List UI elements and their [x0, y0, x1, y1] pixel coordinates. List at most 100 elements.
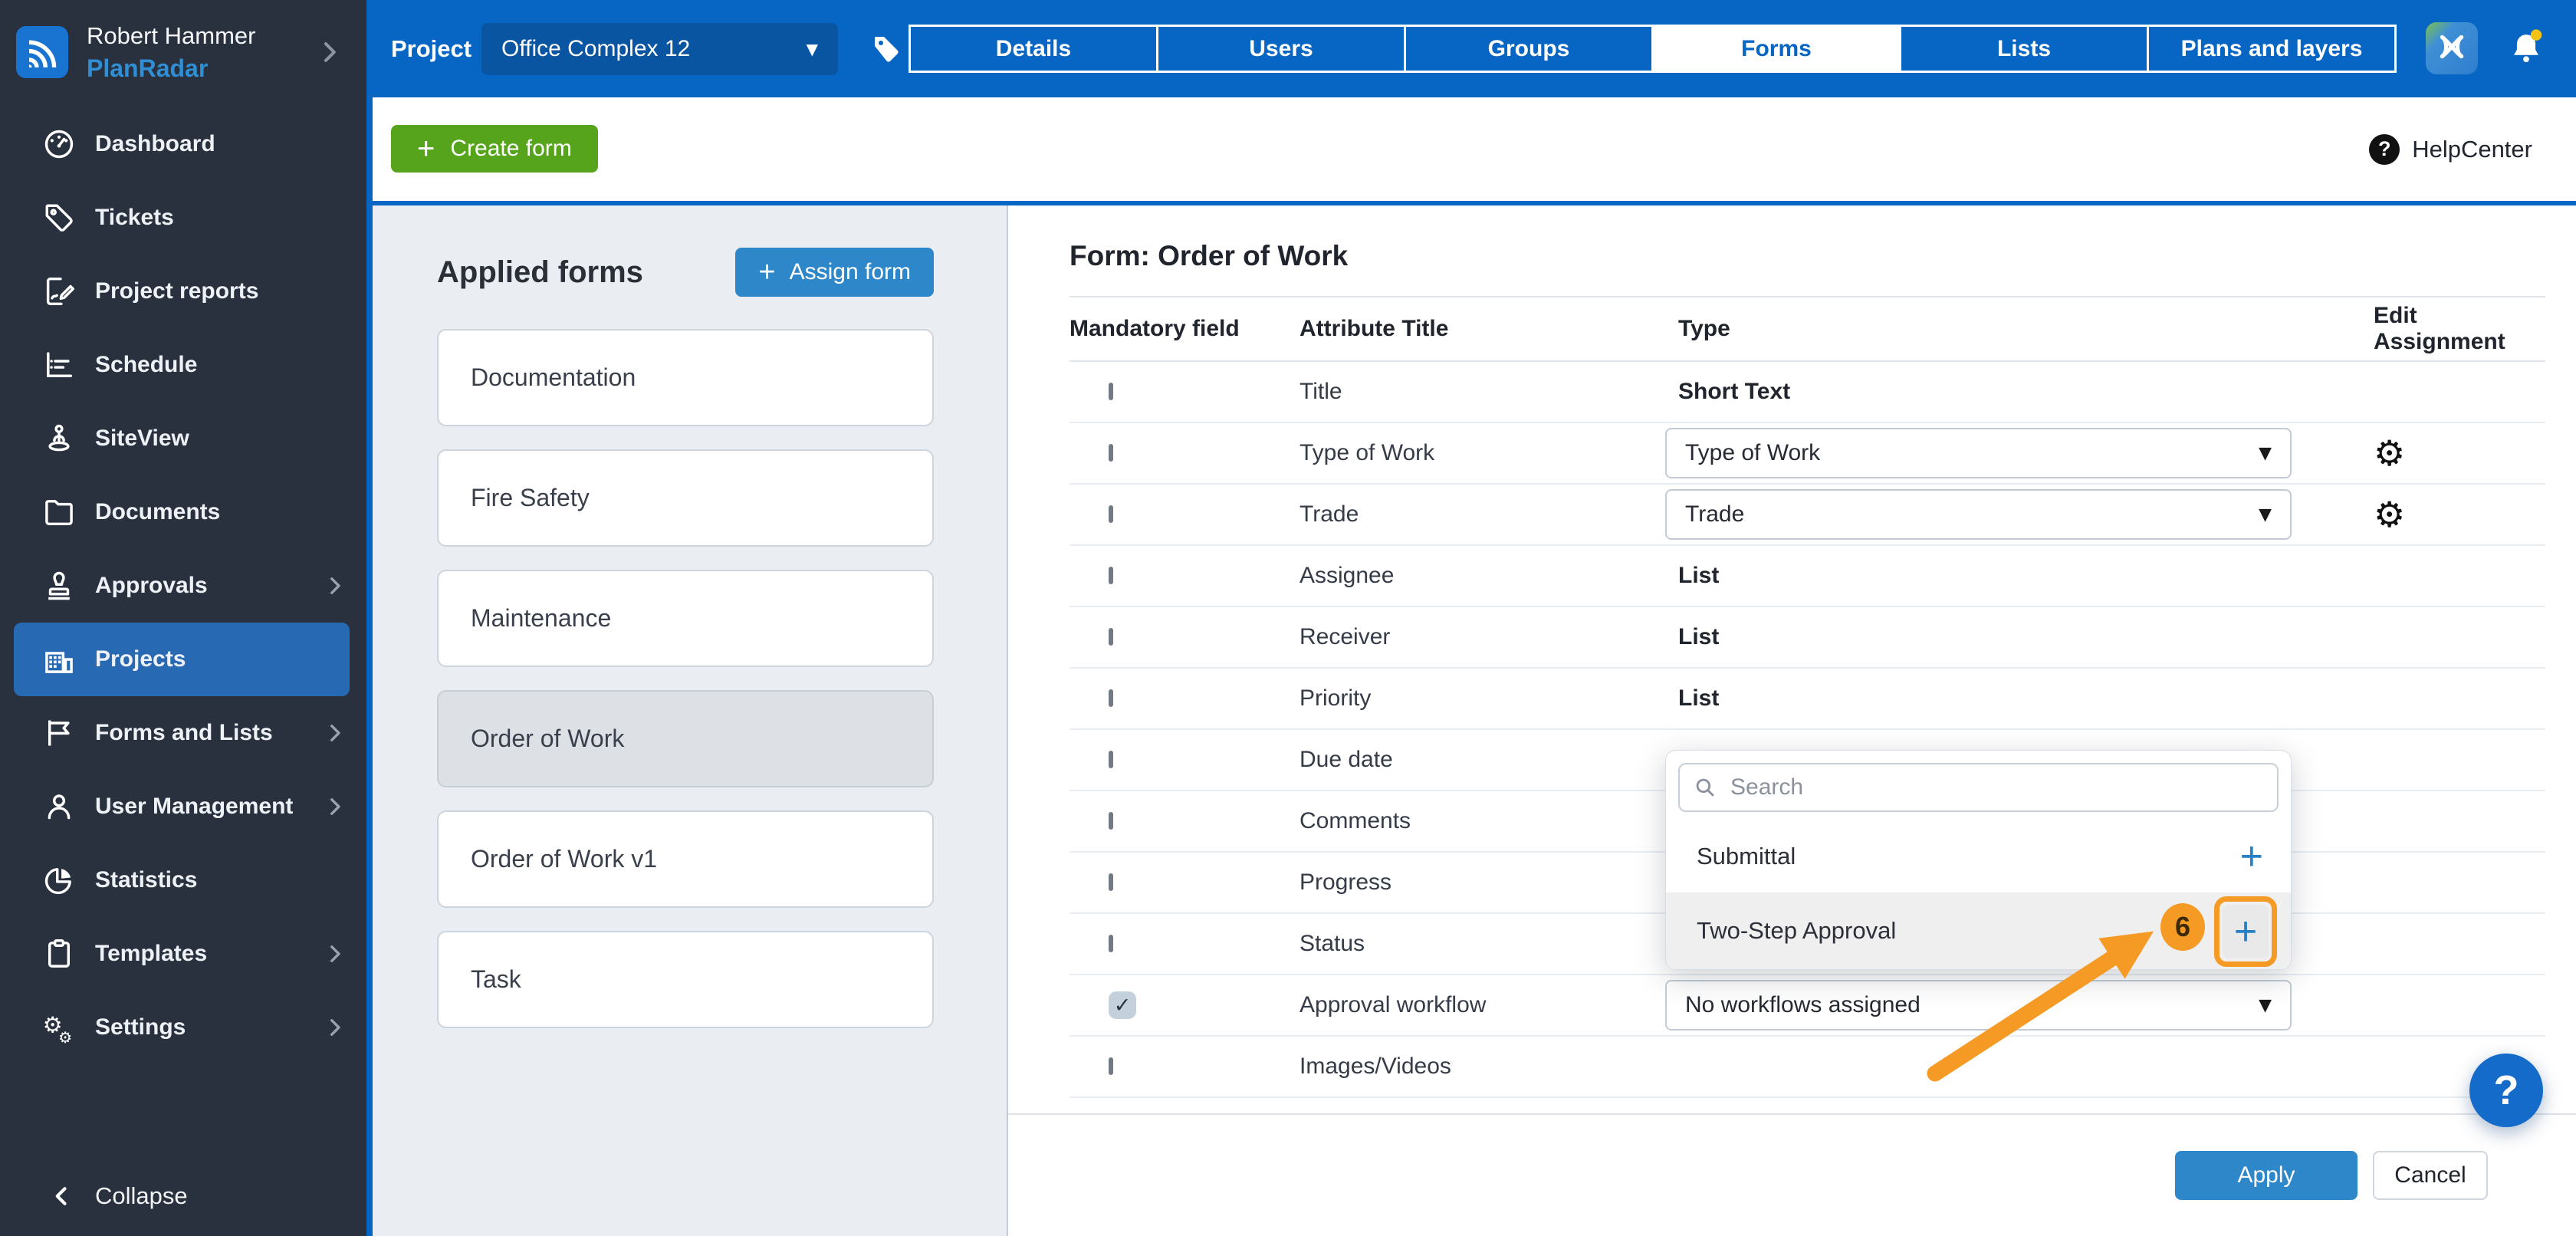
- workflow-option-two-step-approval[interactable]: Two-Step Approval6+: [1666, 892, 2291, 969]
- chevron-right-icon: [322, 573, 348, 599]
- project-select[interactable]: Office Complex 12 ▼: [481, 23, 838, 75]
- tab-users[interactable]: Users: [1156, 25, 1406, 73]
- chevron-down-icon: ▼: [807, 40, 818, 58]
- sidebar-item-projects[interactable]: Projects: [14, 623, 350, 696]
- cancel-button[interactable]: Cancel: [2373, 1151, 2488, 1200]
- documents-icon: [41, 495, 77, 530]
- form-card-task[interactable]: Task: [437, 931, 934, 1028]
- table-row-approval-workflow: ✓Approval workflowNo workflows assigned▼: [1070, 975, 2545, 1037]
- account-menu[interactable]: Robert Hammer PlanRadar: [0, 0, 366, 104]
- help-center-link[interactable]: ? HelpCenter: [2369, 97, 2532, 201]
- edit-assignment-gear-icon[interactable]: ⚙: [2328, 432, 2405, 474]
- search-input[interactable]: [1678, 763, 2279, 812]
- sidebar-item-tickets[interactable]: Tickets: [0, 181, 366, 255]
- mandatory-checkbox[interactable]: [1109, 1057, 1113, 1075]
- schedule-icon: [41, 347, 77, 383]
- mandatory-checkbox[interactable]: [1109, 505, 1113, 523]
- notifications-button[interactable]: [2504, 25, 2548, 72]
- edit-assignment-gear-icon[interactable]: ⚙: [2328, 494, 2405, 535]
- account-info: Robert Hammer PlanRadar: [87, 22, 314, 83]
- secondary-toolbar: + Create form ? HelpCenter: [373, 97, 2576, 201]
- form-detail-panel: Form: Order of Work Mandatory field Attr…: [1008, 205, 2576, 1236]
- sidebar-item-documents[interactable]: Documents: [0, 475, 366, 549]
- mandatory-checkbox[interactable]: ✓: [1109, 991, 1136, 1019]
- sidebar-item-label: Documents: [95, 499, 348, 525]
- mandatory-checkbox[interactable]: [1109, 383, 1113, 400]
- user-name: Robert Hammer: [87, 22, 314, 50]
- sidebar-item-approvals[interactable]: Approvals: [0, 549, 366, 623]
- chevron-right-icon: [322, 720, 348, 746]
- attribute-title: Priority: [1300, 685, 1665, 712]
- sidebar-item-templates[interactable]: Templates: [0, 917, 366, 991]
- company-name: PlanRadar: [87, 54, 314, 83]
- sidebar-accent-border: [366, 0, 373, 1236]
- tab-lists[interactable]: Lists: [1899, 25, 2149, 73]
- sidebar-item-label: Schedule: [95, 352, 348, 378]
- form-card-maintenance[interactable]: Maintenance: [437, 570, 934, 667]
- form-card-fire-safety[interactable]: Fire Safety: [437, 449, 934, 547]
- form-card-order-of-work[interactable]: Order of Work: [437, 690, 934, 787]
- select-value: Trade: [1685, 501, 2259, 528]
- sidebar: Robert Hammer PlanRadar DashboardTickets…: [0, 0, 366, 1236]
- type-text: List: [1665, 563, 1719, 588]
- plus-icon: +: [417, 133, 435, 164]
- workflow-option-submittal[interactable]: Submittal+: [1666, 820, 2291, 892]
- tab-details[interactable]: Details: [909, 25, 1158, 73]
- collapse-button[interactable]: Collapse: [0, 1156, 360, 1236]
- tab-groups[interactable]: Groups: [1404, 25, 1654, 73]
- project-tabs: DetailsUsersGroupsFormsListsPlans and la…: [909, 25, 2397, 73]
- tab-forms[interactable]: Forms: [1651, 25, 1901, 73]
- mandatory-checkbox[interactable]: [1109, 444, 1113, 462]
- annotation-badge: 6: [2160, 903, 2205, 951]
- workflow-popup: Submittal+Two-Step Approval6+: [1665, 750, 2292, 970]
- sidebar-item-schedule[interactable]: Schedule: [0, 328, 366, 402]
- create-form-button[interactable]: + Create form: [391, 125, 598, 173]
- column-edit-assignment: Edit Assignment: [2328, 303, 2545, 355]
- tab-plans-and-layers[interactable]: Plans and layers: [2147, 25, 2397, 73]
- chevron-down-icon: ▼: [2259, 444, 2272, 463]
- sidebar-item-siteview[interactable]: SiteView: [0, 402, 366, 475]
- attribute-title: Receiver: [1300, 624, 1665, 650]
- integrations-button[interactable]: [2426, 22, 2478, 74]
- assign-form-button[interactable]: + Assign form: [735, 248, 934, 297]
- sidebar-item-dashboard[interactable]: Dashboard: [0, 107, 366, 181]
- type-select-type-of-work[interactable]: Type of Work▼: [1665, 428, 2292, 478]
- column-type: Type: [1665, 316, 2328, 342]
- form-card-order-of-work-v1[interactable]: Order of Work v1: [437, 810, 934, 908]
- search-icon: [1692, 774, 1718, 800]
- add-workflow-button[interactable]: +: [2223, 905, 2269, 958]
- question-mark-icon: ?: [2494, 1067, 2519, 1114]
- tag-icon[interactable]: [869, 31, 905, 67]
- help-fab-button[interactable]: ?: [2469, 1054, 2543, 1127]
- applied-forms-panel: Applied forms + Assign form Documentatio…: [373, 205, 1008, 1236]
- mandatory-checkbox[interactable]: [1109, 628, 1113, 646]
- mandatory-checkbox[interactable]: [1109, 567, 1113, 584]
- table-row-receiver: ReceiverList: [1070, 607, 2545, 669]
- workflow-options: Submittal+Two-Step Approval6+: [1666, 820, 2291, 969]
- form-card-documentation[interactable]: Documentation: [437, 329, 934, 426]
- chevron-right-icon: [322, 1014, 348, 1040]
- sidebar-item-settings[interactable]: ⚙⚙Settings: [0, 991, 366, 1064]
- sidebar-item-label: User Management: [95, 794, 322, 820]
- sidebar-item-statistics[interactable]: Statistics: [0, 843, 366, 917]
- table-rows: TitleShort TextType of WorkType of Work▼…: [1070, 362, 2545, 1098]
- projects-icon: [41, 642, 77, 677]
- mandatory-checkbox[interactable]: [1109, 935, 1113, 952]
- mandatory-checkbox[interactable]: [1109, 751, 1113, 768]
- type-select-approval-workflow[interactable]: No workflows assigned▼: [1665, 980, 2292, 1031]
- type-select-trade[interactable]: Trade▼: [1665, 489, 2292, 540]
- sidebar-item-label: SiteView: [95, 426, 348, 452]
- topbar: Project Office Complex 12 ▼ DetailsUsers…: [366, 0, 2576, 97]
- mandatory-checkbox[interactable]: [1109, 812, 1113, 830]
- table-row-trade: TradeTrade▼ ⚙: [1070, 485, 2545, 546]
- sidebar-item-project-reports[interactable]: Project reports: [0, 255, 366, 328]
- forms-and-lists-icon: [41, 715, 77, 751]
- type-text: [1665, 1054, 1678, 1079]
- apply-button[interactable]: Apply: [2175, 1151, 2358, 1200]
- sidebar-item-forms-and-lists[interactable]: Forms and Lists: [0, 696, 366, 770]
- mandatory-checkbox[interactable]: [1109, 873, 1113, 891]
- sidebar-item-user-management[interactable]: User Management: [0, 770, 366, 843]
- form-title: Form: Order of Work: [1070, 240, 2545, 274]
- mandatory-checkbox[interactable]: [1109, 689, 1113, 707]
- add-workflow-button[interactable]: +: [2240, 837, 2263, 876]
